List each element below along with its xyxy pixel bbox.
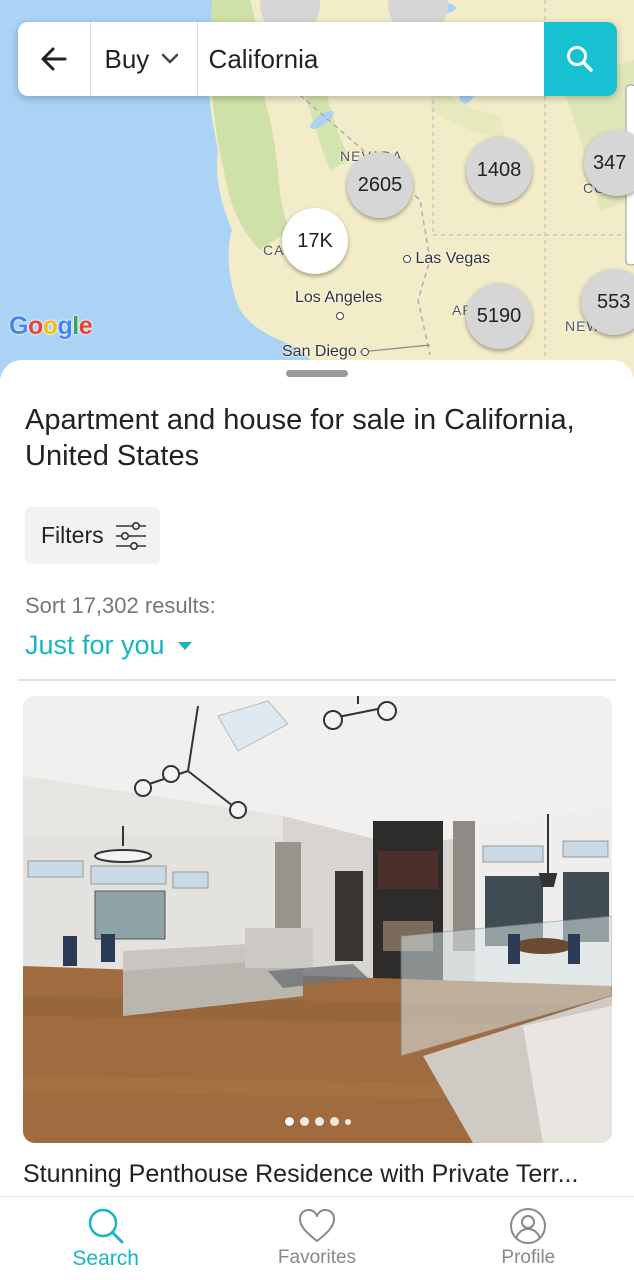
carousel-dot[interactable] <box>329 1117 339 1126</box>
heart-icon <box>298 1209 335 1242</box>
city-dot-icon <box>361 347 370 356</box>
sliders-icon <box>115 521 146 550</box>
city-name: Las Vegas <box>415 250 491 267</box>
user-profile-icon <box>510 1208 547 1244</box>
sort-select[interactable]: Just for you <box>25 630 193 661</box>
filters-label: Filters <box>41 522 104 548</box>
city-dot-icon <box>336 312 344 320</box>
search-bar: Buy <box>18 22 617 96</box>
map-label-san-diego: San Diego <box>282 343 370 361</box>
carousel-dot[interactable] <box>299 1117 309 1126</box>
arrow-left-icon <box>41 47 67 71</box>
map-label-las-vegas: Las Vegas <box>403 250 490 268</box>
nav-item-search[interactable]: Search <box>0 1197 211 1280</box>
location-search-input[interactable] <box>197 22 544 96</box>
nav-label-search: Search <box>72 1247 139 1270</box>
map-label-los-angeles: Los Angeles <box>295 289 383 306</box>
divider <box>18 679 616 681</box>
back-button[interactable] <box>18 22 92 96</box>
map-cluster-selected[interactable]: 17K <box>282 208 348 274</box>
nav-label-favorites: Favorites <box>277 1247 357 1268</box>
map-cluster[interactable]: 2605 <box>347 152 413 218</box>
search-icon <box>567 46 594 72</box>
listing-photo <box>23 696 612 1143</box>
carousel-dot[interactable] <box>284 1117 294 1126</box>
nav-label-profile: Profile <box>501 1247 556 1268</box>
sort-option-value: Just for you <box>25 630 165 660</box>
caret-down-icon <box>177 641 192 650</box>
results-title: Apartment and house for sale in Californ… <box>25 404 575 472</box>
listing-photo-carousel[interactable] <box>23 696 612 1143</box>
carousel-dots <box>23 1117 612 1126</box>
carousel-dot[interactable] <box>344 1118 351 1125</box>
map-cluster[interactable]: 5190 <box>466 283 532 349</box>
search-icon <box>88 1208 124 1244</box>
listing-type-select[interactable]: Buy <box>91 22 198 96</box>
carousel-dot[interactable] <box>314 1117 324 1126</box>
bottom-navigation: Search Favorites Profile <box>0 1196 634 1280</box>
sheet-drag-handle[interactable] <box>286 370 348 377</box>
filters-button[interactable]: Filters <box>25 507 160 564</box>
nav-item-favorites[interactable]: Favorites <box>211 1197 422 1280</box>
nav-item-profile[interactable]: Profile <box>423 1197 634 1280</box>
listing-type-value: Buy <box>104 43 150 74</box>
google-logo: Google <box>9 312 93 340</box>
chevron-down-icon <box>162 53 179 64</box>
map-cluster[interactable]: 1408 <box>466 137 532 203</box>
results-count: Sort 17,302 results: <box>25 593 216 618</box>
search-button[interactable] <box>543 22 617 96</box>
listing-title[interactable]: Stunning Penthouse Residence with Privat… <box>23 1160 612 1189</box>
city-name: San Diego <box>282 343 357 360</box>
city-dot-icon <box>403 254 411 263</box>
results-sheet: Apartment and house for sale in Californ… <box>0 360 634 1196</box>
